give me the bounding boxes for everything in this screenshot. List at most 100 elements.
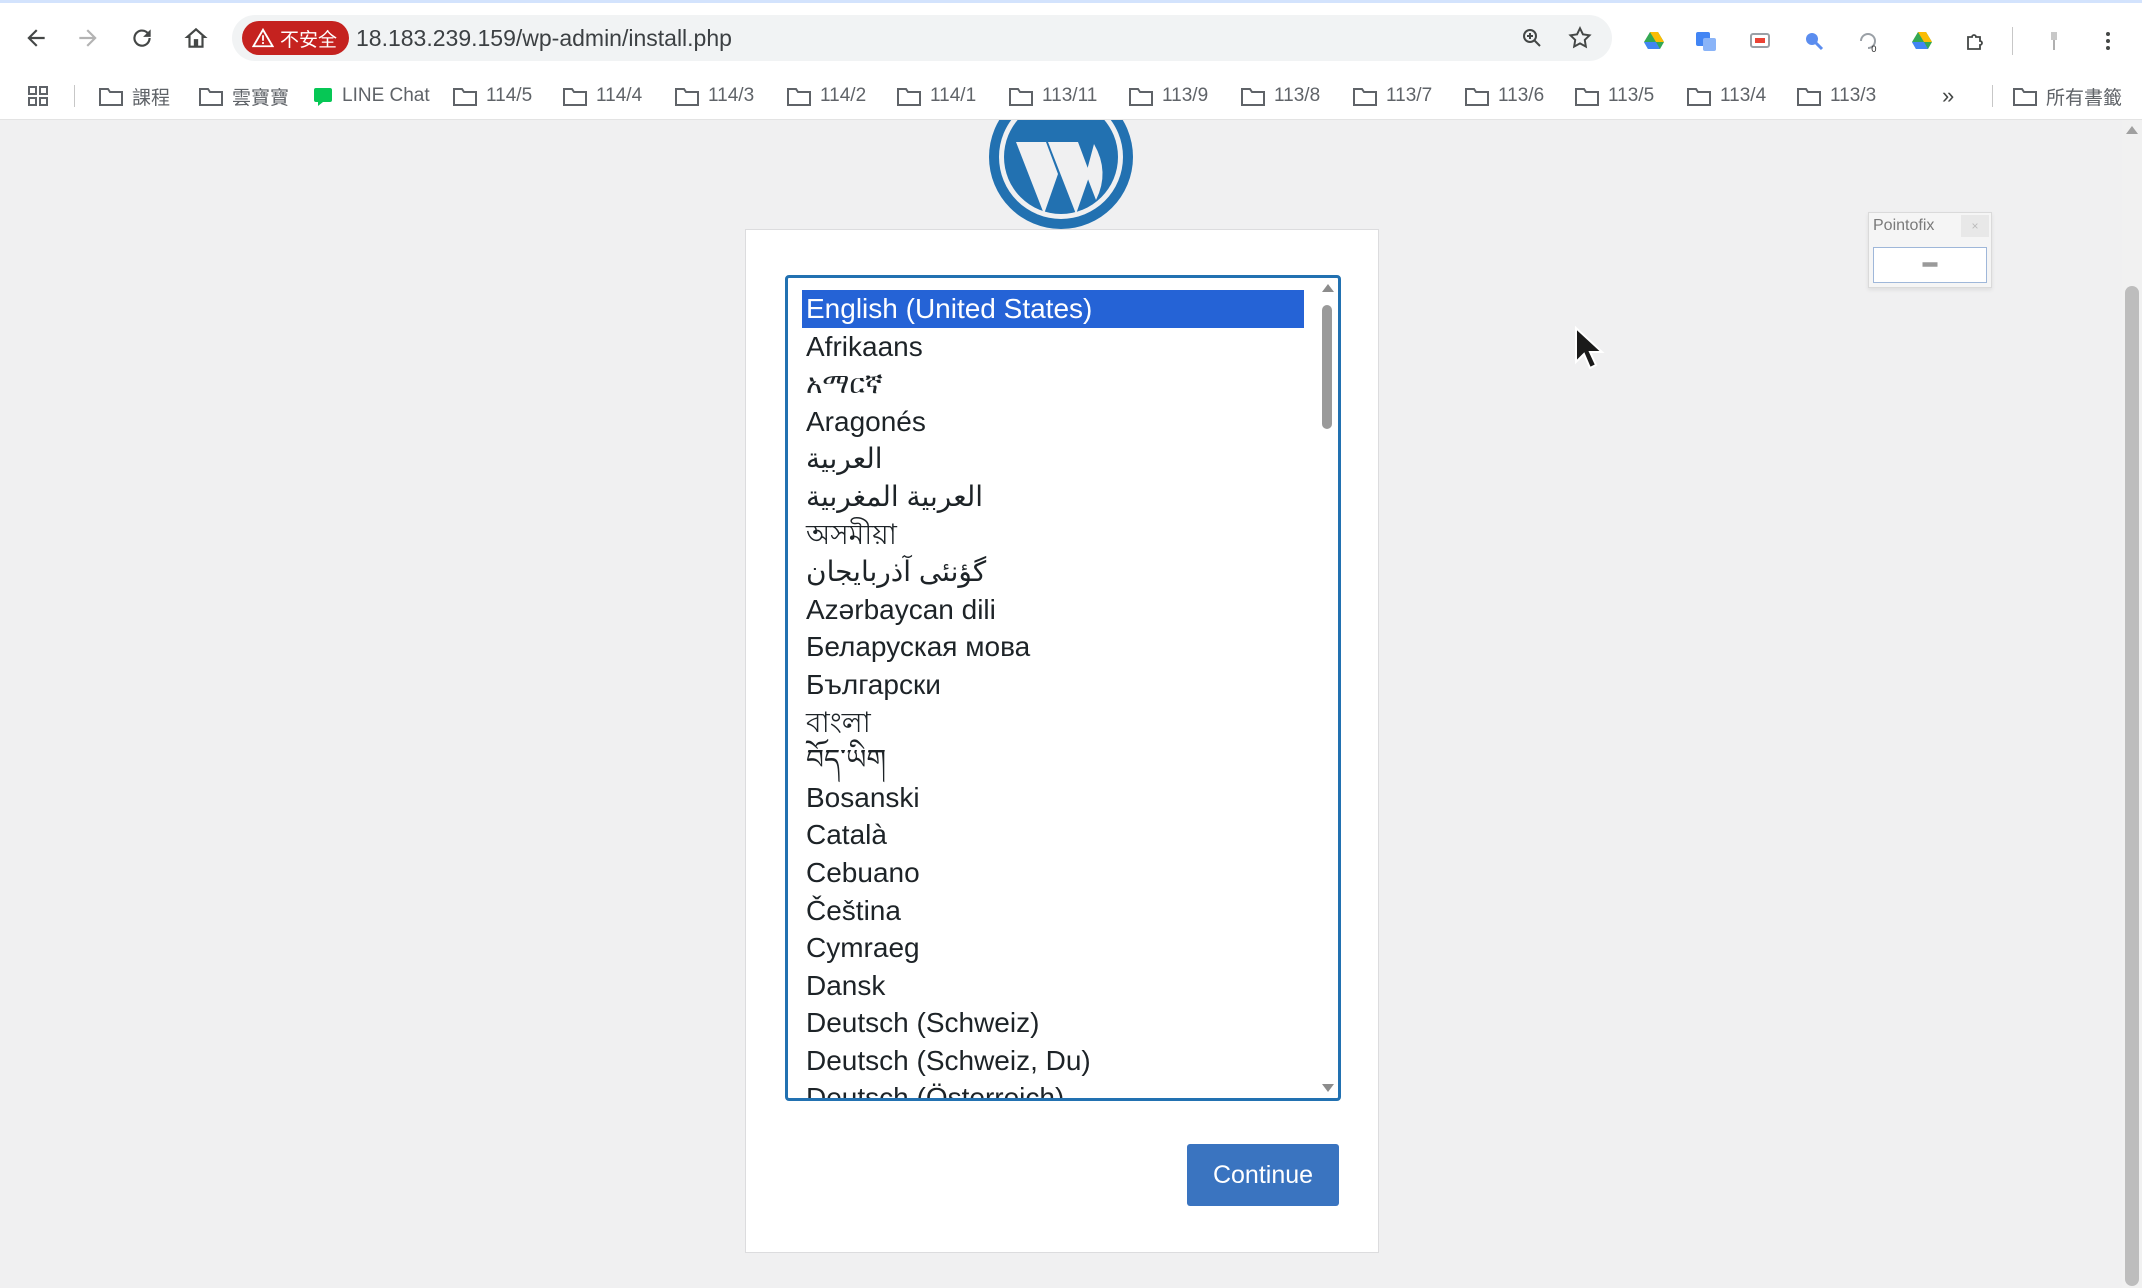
bookmark-item[interactable]: 113/11	[1008, 81, 1097, 111]
bookmark-item[interactable]: 雲寶寶	[198, 81, 289, 111]
bookmark-item[interactable]: 114/3	[674, 81, 754, 111]
apps-grid-icon[interactable]	[26, 81, 50, 111]
language-option[interactable]: አማርኛ	[802, 365, 1304, 403]
language-option[interactable]: অসমীয়া	[802, 516, 1304, 554]
scroll-thumb[interactable]	[1322, 305, 1332, 429]
language-select-scrollbar[interactable]	[1319, 282, 1335, 1094]
scroll-up-arrow-icon[interactable]	[1322, 284, 1334, 292]
arrow-left-icon	[27, 29, 45, 47]
search-extension-icon[interactable]	[1800, 27, 1828, 55]
bookmark-item[interactable]: 113/6	[1464, 81, 1544, 111]
wordpress-logo-icon	[989, 120, 1133, 229]
language-option[interactable]: Български	[802, 666, 1304, 704]
language-option[interactable]: Azərbaycan dili	[802, 591, 1304, 629]
bookmark-item[interactable]: 114/5	[452, 81, 532, 111]
language-option[interactable]: Deutsch (Österreich)	[802, 1079, 1304, 1098]
bookmark-item[interactable]: 114/4	[562, 81, 642, 111]
address-bar[interactable]: 不安全 18.183.239.159/wp-admin/install.php	[232, 15, 1612, 61]
bookmark-label: 113/4	[1720, 85, 1767, 106]
url-text[interactable]: 18.183.239.159/wp-admin/install.php	[356, 15, 732, 61]
bookmark-item[interactable]: 113/7	[1352, 81, 1432, 111]
forward-button[interactable]	[68, 18, 108, 58]
puzzle-icon[interactable]	[1962, 27, 1990, 55]
language-option[interactable]: Afrikaans	[802, 328, 1304, 366]
bookmark-label: 113/8	[1274, 85, 1321, 106]
language-option[interactable]: Cymraeg	[802, 929, 1304, 967]
language-option[interactable]: گؤنئی آذربایجان	[802, 553, 1304, 591]
bookmark-item[interactable]: 113/4	[1686, 81, 1766, 111]
cast-icon[interactable]	[1746, 27, 1774, 55]
bookmark-item[interactable]: 113/5	[1574, 81, 1654, 111]
bookmark-item[interactable]: 114/1	[896, 81, 976, 111]
language-option[interactable]: Català	[802, 816, 1304, 854]
language-card: English (United States) Afrikaans አማርኛ Arag…	[745, 229, 1379, 1253]
all-bookmarks-folder[interactable]: 所有書籤	[2012, 81, 2122, 111]
language-option[interactable]: العربية	[802, 440, 1304, 478]
bookmark-label: 114/2	[820, 85, 867, 106]
language-option[interactable]: Čeština	[802, 892, 1304, 930]
google-drive-icon-2[interactable]	[1908, 27, 1936, 55]
bookmark-item[interactable]: LINE Chat	[312, 81, 430, 111]
bookmark-star-icon[interactable]	[1566, 24, 1594, 52]
folder-icon	[563, 88, 587, 106]
bookmarks-overflow-button[interactable]: »	[1942, 81, 1954, 111]
continue-button[interactable]: Continue	[1187, 1144, 1339, 1206]
google-drive-icon[interactable]	[1640, 27, 1668, 55]
language-option[interactable]: Dansk	[802, 967, 1304, 1005]
home-icon	[184, 27, 208, 48]
language-option[interactable]: العربية المغربية	[802, 478, 1304, 516]
language-option[interactable]: English (United States)	[802, 290, 1304, 328]
arrow-right-icon	[79, 29, 97, 47]
translate-icon[interactable]	[1692, 27, 1720, 55]
bookmark-item[interactable]: 113/8	[1240, 81, 1320, 111]
language-option[interactable]: Aragonés	[802, 403, 1304, 441]
bookmark-item[interactable]: 114/2	[786, 81, 866, 111]
folder-icon	[1575, 88, 1599, 106]
folder-icon	[1465, 88, 1489, 106]
folder-icon	[199, 88, 223, 106]
language-option[interactable]: বাংলা	[802, 704, 1304, 742]
language-select[interactable]: English (United States) Afrikaans አማርኛ Arag…	[785, 275, 1341, 1101]
all-bookmarks-label: 所有書籤	[2046, 87, 2123, 109]
language-option[interactable]: Deutsch (Schweiz)	[802, 1004, 1304, 1042]
extension-counter-icon[interactable]: 0	[1854, 27, 1882, 55]
reload-icon	[133, 29, 151, 47]
line-chat-icon	[314, 88, 332, 106]
zoom-icon[interactable]	[1518, 24, 1546, 52]
page-scroll-up-arrow-icon[interactable]	[2126, 126, 2138, 134]
language-list: English (United States) Afrikaans አማርኛ Arag…	[802, 290, 1304, 1098]
mouse-cursor-icon	[1575, 326, 1605, 370]
folder-icon	[1241, 88, 1265, 106]
folder-icon	[2013, 88, 2037, 106]
language-option[interactable]: Cebuano	[802, 854, 1304, 892]
profile-pin-icon[interactable]	[2040, 27, 2068, 55]
bookmark-label: 114/3	[708, 85, 755, 106]
security-chip[interactable]: 不安全	[242, 21, 350, 55]
menu-kebab-icon[interactable]	[2094, 27, 2122, 55]
pointofix-glyph-icon	[1922, 262, 1938, 267]
reload-button[interactable]	[122, 18, 162, 58]
pointofix-widget[interactable]: Pointofix ×	[1868, 212, 1992, 288]
bookmark-label: 課程	[132, 87, 171, 109]
folder-icon	[675, 88, 699, 106]
language-option[interactable]: Bosanski	[802, 779, 1304, 817]
warning-icon	[252, 27, 274, 48]
scroll-down-arrow-icon[interactable]	[1322, 1084, 1334, 1092]
page-scrollbar[interactable]	[2122, 120, 2142, 1288]
back-button[interactable]	[16, 18, 56, 58]
language-option[interactable]: Беларуская мова	[802, 628, 1304, 666]
bookmark-item[interactable]: 113/9	[1128, 81, 1208, 111]
home-button[interactable]	[176, 18, 216, 58]
browser-toolbar: 不安全 18.183.239.159/wp-admin/install.php …	[0, 3, 2142, 73]
pointofix-button[interactable]	[1873, 247, 1987, 283]
page-scroll-thumb[interactable]	[2125, 286, 2139, 1286]
language-option[interactable]: Deutsch (Schweiz, Du)	[802, 1042, 1304, 1080]
bookmark-label: 113/5	[1608, 85, 1655, 106]
bookmark-label: 113/7	[1386, 85, 1433, 106]
bookmark-item[interactable]: 113/3	[1796, 81, 1876, 111]
language-option[interactable]: བོད་ཡིག	[802, 741, 1304, 779]
bookmark-item[interactable]: 課程	[98, 81, 170, 111]
bookmark-label: 113/3	[1830, 85, 1877, 106]
pointofix-close-button[interactable]: ×	[1961, 215, 1989, 237]
folder-icon	[1797, 88, 1821, 106]
